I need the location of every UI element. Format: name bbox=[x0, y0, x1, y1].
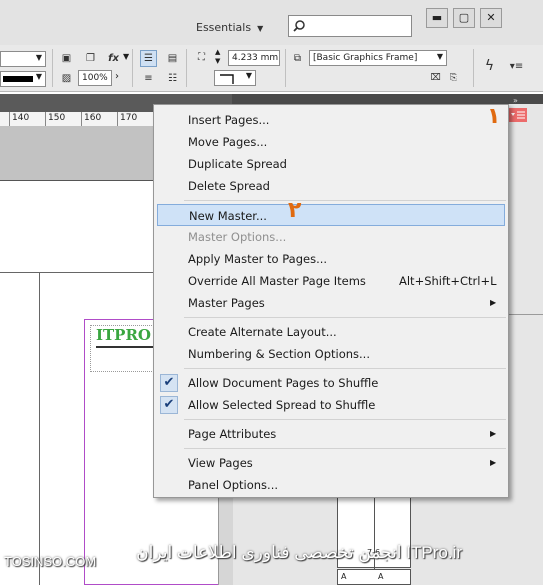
menu-item-allow-spread-shuffle[interactable]: ✔ Allow Selected Spread to Shuffle bbox=[154, 394, 508, 416]
menu-item-apply-master[interactable]: Apply Master to Pages... bbox=[154, 248, 508, 270]
ruler-label: 150 bbox=[48, 113, 66, 123]
drop-shadow-icon[interactable]: ❐ bbox=[82, 50, 99, 67]
divider bbox=[285, 49, 286, 87]
align-top-icon[interactable]: ☰ bbox=[140, 50, 157, 67]
stepper-icon[interactable]: ▲ ▼ bbox=[215, 48, 220, 66]
divider bbox=[473, 49, 474, 87]
search-icon bbox=[293, 20, 305, 32]
chevron-down-icon: ▼ bbox=[35, 72, 42, 81]
menu-separator bbox=[184, 317, 506, 318]
step-number-1: ۱ bbox=[487, 104, 501, 129]
checkmark-icon: ✔ bbox=[160, 374, 178, 392]
menu-item-master-pages[interactable]: Master Pages ▶ bbox=[154, 292, 508, 314]
menu-item-duplicate-spread[interactable]: Duplicate Spread bbox=[154, 153, 508, 175]
submenu-arrow-icon: ▶ bbox=[490, 298, 497, 307]
menu-separator bbox=[184, 368, 506, 369]
watermark-left: TOSINSO.COM bbox=[4, 554, 97, 569]
menu-separator bbox=[184, 448, 506, 449]
style-options-icon[interactable]: ⎘ bbox=[445, 70, 462, 87]
ruler-label: 170 bbox=[120, 113, 138, 123]
panel-menu-icon bbox=[509, 108, 527, 122]
checkmark-icon: ✔ bbox=[160, 396, 178, 414]
corner-shape-select[interactable]: ▼ bbox=[214, 70, 256, 86]
menu-item-allow-document-shuffle[interactable]: ✔ Allow Document Pages to Shuffle bbox=[154, 372, 508, 394]
ruler-label: 140 bbox=[12, 113, 30, 123]
ruler-tick bbox=[117, 112, 118, 126]
corner-icon bbox=[220, 74, 234, 84]
chevron-down-icon[interactable]: ▼ bbox=[123, 52, 129, 61]
menu-item-page-attributes[interactable]: Page Attributes ▶ bbox=[154, 423, 508, 445]
stroke-preview bbox=[3, 76, 33, 82]
horizontal-ruler[interactable]: 140 150 160 170 bbox=[0, 112, 160, 127]
menu-item-create-alternate-layout[interactable]: Create Alternate Layout... bbox=[154, 321, 508, 343]
menu-item-override-master-items[interactable]: Override All Master Page Items Alt+Shift+… bbox=[154, 270, 508, 292]
workspace-switcher[interactable]: Essentials ▼ bbox=[196, 18, 276, 38]
frame-size-icon: ⛶ bbox=[198, 52, 205, 63]
ruler-tick bbox=[9, 112, 10, 126]
page-thumbnail[interactable]: A A bbox=[337, 569, 411, 585]
align-justify-icon[interactable]: ≡ bbox=[140, 70, 157, 87]
align-center-icon[interactable]: ▤ bbox=[164, 50, 181, 67]
opacity-icon: ▨ bbox=[61, 73, 72, 84]
quick-apply-icon[interactable]: ϟ bbox=[481, 58, 498, 75]
pages-panel-menu: Insert Pages... Move Pages... Duplicate … bbox=[153, 104, 509, 498]
stroke-type-select[interactable]: ▼ bbox=[0, 51, 46, 67]
collapse-panel-icon[interactable]: » bbox=[513, 96, 518, 105]
ruler-label: 160 bbox=[84, 113, 102, 123]
watermark-right: ITPro.ir انجمن تخصصی فناوری اطلاعات ایرا… bbox=[136, 543, 462, 562]
menu-separator bbox=[184, 419, 506, 420]
menu-item-numbering-section[interactable]: Numbering & Section Options... bbox=[154, 343, 508, 365]
object-style-value: [Basic Graphics Frame] bbox=[313, 53, 418, 63]
guide-line bbox=[39, 272, 40, 585]
shortcut-label: Alt+Shift+Ctrl+L bbox=[399, 274, 497, 288]
master-prefix: A bbox=[378, 572, 384, 581]
menu-item-master-options: Master Options... bbox=[188, 230, 287, 244]
menu-item-delete-spread[interactable]: Delete Spread bbox=[154, 175, 508, 197]
chevron-down-icon: ▼ bbox=[245, 71, 252, 80]
maximize-icon[interactable]: ▢ bbox=[453, 8, 475, 28]
search-input[interactable] bbox=[288, 15, 412, 37]
stroke-style-select[interactable]: ▼ bbox=[0, 71, 46, 87]
menu-item-new-master[interactable]: New Master... bbox=[157, 204, 505, 226]
menu-item-move-pages[interactable]: Move Pages... bbox=[154, 131, 508, 153]
step-number-2: ۲ bbox=[288, 198, 302, 223]
select-container-icon[interactable]: ▣ bbox=[58, 50, 75, 67]
ruler-tick bbox=[81, 112, 82, 126]
divider bbox=[52, 49, 53, 87]
close-icon[interactable]: ✕ bbox=[480, 8, 502, 28]
pages-panel-header bbox=[232, 94, 543, 104]
workspace-label: Essentials bbox=[196, 21, 252, 34]
chevron-down-icon: ▼ bbox=[257, 24, 264, 33]
panel-menu-icon[interactable]: ▾≡ bbox=[508, 58, 525, 75]
master-prefix: A bbox=[341, 572, 347, 581]
logo-underline bbox=[96, 346, 156, 348]
chevron-down-icon: ▼ bbox=[436, 52, 443, 61]
object-style-icon: ⧉ bbox=[293, 53, 302, 64]
logo-text: ITPRO bbox=[96, 326, 151, 344]
menu-item-insert-pages[interactable]: Insert Pages... bbox=[154, 109, 508, 131]
panel-flyout-menu-button[interactable] bbox=[509, 108, 527, 122]
align-bottom-icon[interactable]: ☷ bbox=[164, 70, 181, 87]
object-style-select[interactable]: [Basic Graphics Frame] ▼ bbox=[309, 50, 447, 66]
menu-item-panel-options[interactable]: Panel Options... bbox=[154, 474, 508, 496]
menu-separator bbox=[184, 200, 506, 201]
menu-item-view-pages[interactable]: View Pages ▶ bbox=[154, 452, 508, 474]
submenu-arrow-icon: ▶ bbox=[490, 429, 497, 438]
chevron-down-icon: ▼ bbox=[35, 53, 42, 62]
divider bbox=[132, 49, 133, 87]
divider bbox=[186, 49, 187, 87]
effects-fx-icon[interactable]: fx bbox=[105, 50, 122, 67]
width-field[interactable]: 4.233 mm bbox=[228, 50, 280, 66]
submenu-arrow-icon: ▶ bbox=[490, 458, 497, 467]
ruler-tick bbox=[45, 112, 46, 126]
chevron-right-icon[interactable]: › bbox=[115, 71, 119, 82]
opacity-field[interactable]: 100% bbox=[78, 70, 112, 86]
clear-overrides-icon[interactable]: ⌧ bbox=[427, 70, 444, 87]
minimize-icon[interactable]: ▬ bbox=[426, 8, 448, 28]
